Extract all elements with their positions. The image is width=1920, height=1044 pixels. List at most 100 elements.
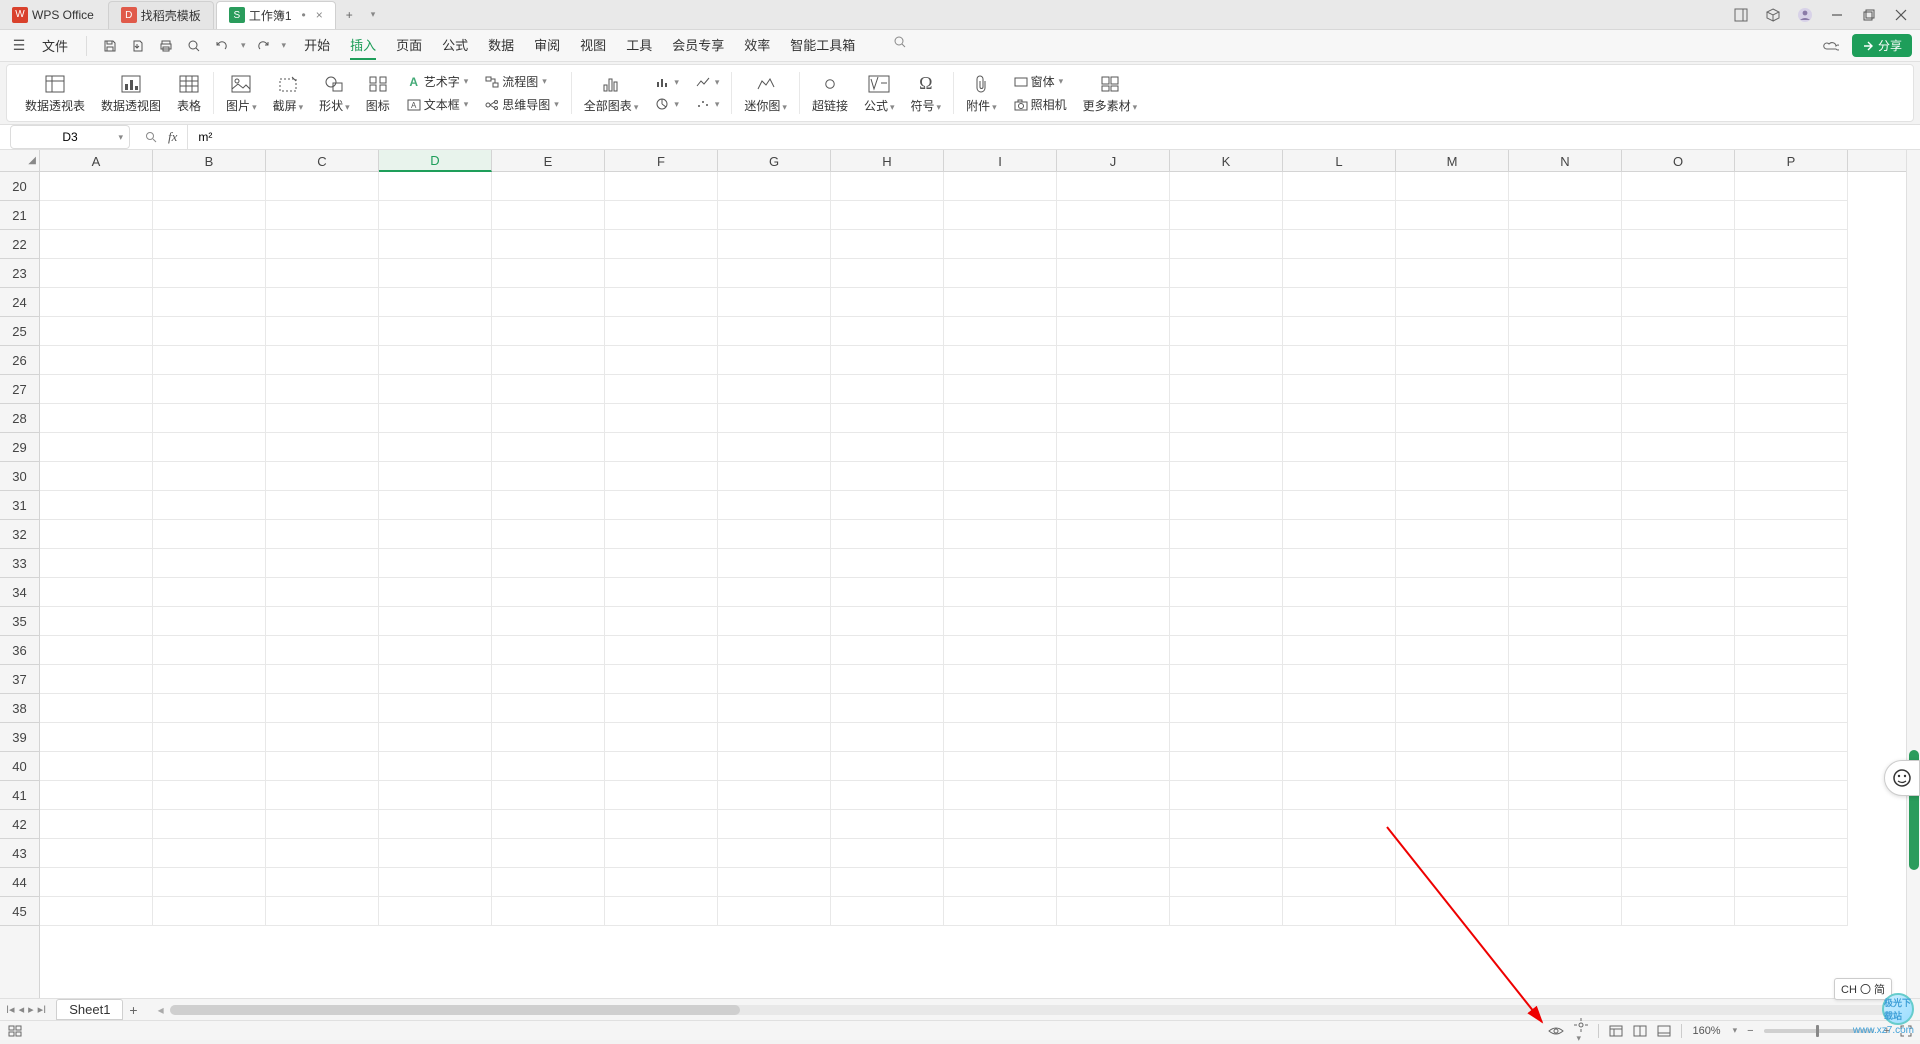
cell-G32[interactable] (718, 520, 831, 549)
equation-button[interactable]: 公式▾ (860, 71, 899, 116)
cell-P38[interactable] (1735, 694, 1848, 723)
cell-M34[interactable] (1396, 578, 1509, 607)
cell-C32[interactable] (266, 520, 379, 549)
row-header-40[interactable]: 40 (0, 752, 39, 781)
eye-icon[interactable] (1548, 1025, 1564, 1037)
close-tab-icon[interactable]: × (316, 8, 323, 22)
cell-J24[interactable] (1057, 288, 1170, 317)
cell-B32[interactable] (153, 520, 266, 549)
cell-M32[interactable] (1396, 520, 1509, 549)
cell-F37[interactable] (605, 665, 718, 694)
row-header-33[interactable]: 33 (0, 549, 39, 578)
col-header-G[interactable]: G (718, 150, 831, 172)
search-icon[interactable] (889, 31, 911, 53)
cell-M27[interactable] (1396, 375, 1509, 404)
cell-P36[interactable] (1735, 636, 1848, 665)
mindmap-button[interactable]: 思维导图▾ (480, 94, 563, 115)
cell-M43[interactable] (1396, 839, 1509, 868)
cell-L35[interactable] (1283, 607, 1396, 636)
flowchart-button[interactable]: 流程图▾ (480, 71, 563, 92)
cell-D29[interactable] (379, 433, 492, 462)
cell-A30[interactable] (40, 462, 153, 491)
cell-I30[interactable] (944, 462, 1057, 491)
cell-D41[interactable] (379, 781, 492, 810)
cell-C41[interactable] (266, 781, 379, 810)
col-header-H[interactable]: H (831, 150, 944, 172)
cell-N20[interactable] (1509, 172, 1622, 201)
cell-C26[interactable] (266, 346, 379, 375)
cell-J27[interactable] (1057, 375, 1170, 404)
cell-O32[interactable] (1622, 520, 1735, 549)
cell-J32[interactable] (1057, 520, 1170, 549)
cell-K25[interactable] (1170, 317, 1283, 346)
row-header-20[interactable]: 20 (0, 172, 39, 201)
maximize-button[interactable] (1860, 6, 1878, 24)
cell-M39[interactable] (1396, 723, 1509, 752)
cell-C44[interactable] (266, 868, 379, 897)
cell-J40[interactable] (1057, 752, 1170, 781)
close-window-button[interactable] (1892, 6, 1910, 24)
cell-N30[interactable] (1509, 462, 1622, 491)
formula-input[interactable] (188, 125, 1920, 149)
cell-G37[interactable] (718, 665, 831, 694)
sheet-last-icon[interactable]: ▸I (38, 1003, 47, 1016)
cell-O24[interactable] (1622, 288, 1735, 317)
cell-B25[interactable] (153, 317, 266, 346)
horizontal-scrollbar[interactable]: ◂ ▸ (158, 1003, 1910, 1017)
cell-F40[interactable] (605, 752, 718, 781)
col-header-N[interactable]: N (1509, 150, 1622, 172)
cells-area[interactable] (40, 172, 1906, 998)
cell-L44[interactable] (1283, 868, 1396, 897)
cell-C21[interactable] (266, 201, 379, 230)
cell-A31[interactable] (40, 491, 153, 520)
col-header-I[interactable]: I (944, 150, 1057, 172)
cell-B39[interactable] (153, 723, 266, 752)
cell-P28[interactable] (1735, 404, 1848, 433)
cell-J44[interactable] (1057, 868, 1170, 897)
cell-B21[interactable] (153, 201, 266, 230)
cell-D34[interactable] (379, 578, 492, 607)
cell-J22[interactable] (1057, 230, 1170, 259)
cell-B34[interactable] (153, 578, 266, 607)
cell-K30[interactable] (1170, 462, 1283, 491)
row-header-28[interactable]: 28 (0, 404, 39, 433)
cell-E20[interactable] (492, 172, 605, 201)
cell-B40[interactable] (153, 752, 266, 781)
cell-A20[interactable] (40, 172, 153, 201)
row-header-30[interactable]: 30 (0, 462, 39, 491)
cell-G21[interactable] (718, 201, 831, 230)
cell-K45[interactable] (1170, 897, 1283, 926)
cell-E39[interactable] (492, 723, 605, 752)
cell-I23[interactable] (944, 259, 1057, 288)
select-all-corner[interactable]: ◢ (0, 150, 40, 172)
cell-H28[interactable] (831, 404, 944, 433)
cell-B22[interactable] (153, 230, 266, 259)
cell-L43[interactable] (1283, 839, 1396, 868)
cell-F44[interactable] (605, 868, 718, 897)
add-sheet-button[interactable]: + (129, 1002, 137, 1018)
cell-L38[interactable] (1283, 694, 1396, 723)
cell-K20[interactable] (1170, 172, 1283, 201)
cell-G39[interactable] (718, 723, 831, 752)
cell-J41[interactable] (1057, 781, 1170, 810)
cell-L28[interactable] (1283, 404, 1396, 433)
cell-M44[interactable] (1396, 868, 1509, 897)
cell-L41[interactable] (1283, 781, 1396, 810)
cell-H29[interactable] (831, 433, 944, 462)
cell-C29[interactable] (266, 433, 379, 462)
cell-N39[interactable] (1509, 723, 1622, 752)
cell-K33[interactable] (1170, 549, 1283, 578)
cell-O22[interactable] (1622, 230, 1735, 259)
cloud-icon[interactable] (1820, 35, 1842, 57)
cell-N28[interactable] (1509, 404, 1622, 433)
cell-P30[interactable] (1735, 462, 1848, 491)
tab-start[interactable]: 开始 (304, 31, 330, 60)
cell-I27[interactable] (944, 375, 1057, 404)
cell-F22[interactable] (605, 230, 718, 259)
cell-F26[interactable] (605, 346, 718, 375)
print-icon[interactable] (155, 35, 177, 57)
cell-O31[interactable] (1622, 491, 1735, 520)
cell-P34[interactable] (1735, 578, 1848, 607)
cell-I24[interactable] (944, 288, 1057, 317)
cell-N44[interactable] (1509, 868, 1622, 897)
